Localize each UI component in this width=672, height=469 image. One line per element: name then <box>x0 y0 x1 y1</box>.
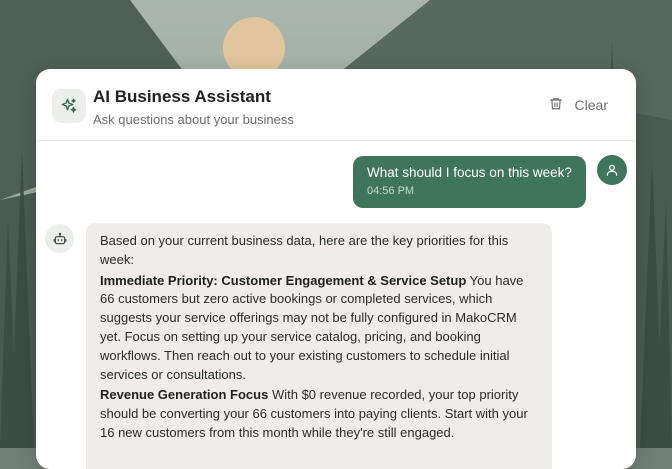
page-title: AI Business Assistant <box>93 87 271 106</box>
section-heading: Revenue Generation Focus <box>100 387 269 403</box>
sparkles-icon <box>52 89 86 123</box>
user-message-text: What should I focus on this week? <box>367 165 572 180</box>
assistant-message-bubble: Based on your current business data, her… <box>86 223 552 469</box>
assistant-intro: Based on your current business data, her… <box>100 233 509 267</box>
clear-label: Clear <box>574 97 608 113</box>
user-message-bubble: What should I focus on this week? 04:56 … <box>353 156 586 208</box>
section-body: You have 66 customers but zero active bo… <box>100 272 524 382</box>
user-message-time: 04:56 PM <box>367 185 415 197</box>
user-icon <box>597 155 627 185</box>
assistant-panel: AI Business Assistant Ask questions abou… <box>36 69 636 469</box>
assistant-section: Revenue Generation Focus With $0 revenue… <box>100 386 538 442</box>
chat-header: AI Business Assistant Ask questions abou… <box>36 69 636 141</box>
clear-button[interactable]: Clear <box>549 96 608 114</box>
trash-icon <box>549 96 563 114</box>
assistant-section: Immediate Priority: Customer Engagement … <box>100 272 538 385</box>
bot-icon <box>45 224 74 253</box>
section-heading: Immediate Priority: Customer Engagement … <box>100 272 467 288</box>
page-subtitle: Ask questions about your business <box>93 112 294 127</box>
